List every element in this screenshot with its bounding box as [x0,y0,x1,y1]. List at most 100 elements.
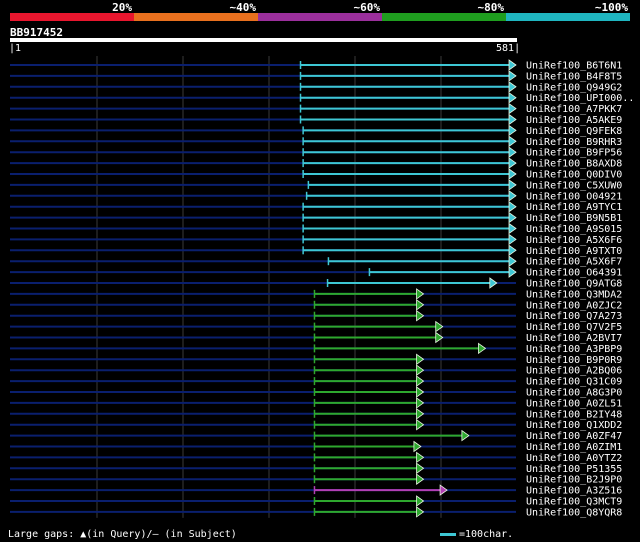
hit-label[interactable]: UniRef100_A5AKE9 [526,115,622,126]
hit-label[interactable]: UniRef100_Q0DIV0 [526,170,622,181]
hit-label[interactable]: UniRef100_A5X6F6 [526,235,622,246]
hit-row[interactable]: UniRef100_A7PKK7 [10,102,622,116]
hit-label[interactable]: UniRef100_O04921 [526,191,622,202]
hit-row[interactable]: UniRef100_C5XUW0 [10,179,622,192]
hit-label[interactable]: UniRef100_Q1XDD2 [526,420,622,431]
hit-label[interactable]: UniRef100_A9TXT0 [526,246,622,257]
hit-row[interactable]: UniRef100_Q7V2F5 [10,320,622,334]
hit-label[interactable]: UniRef100_C5XUW0 [526,180,622,191]
hit-arrow-icon [508,135,517,148]
hit-row[interactable]: UniRef100_B9FP56 [10,146,622,159]
hit-row[interactable]: UniRef100_A0ZIM1 [10,440,622,454]
hit-label[interactable]: UniRef100_B4F8T5 [526,71,622,82]
hit-row[interactable]: UniRef100_Q8YQR8 [10,506,622,519]
hit-label[interactable]: UniRef100_Q9FEK8 [526,126,622,137]
hit-row[interactable]: UniRef100_B2IY48 [10,408,622,421]
hit-row[interactable]: UniRef100_A2BQ06 [10,364,622,377]
hit-label[interactable]: UniRef100_A9S015 [526,224,622,235]
hit-label[interactable]: UniRef100_A0ZJC2 [526,300,622,311]
hit-label[interactable]: UniRef100_B9FP56 [526,148,622,159]
hit-label[interactable]: UniRef100_A7PKK7 [526,104,622,115]
hit-row[interactable]: UniRef100_A9S015 [10,222,622,236]
hit-label[interactable]: UniRef100_A5X6F7 [526,257,622,268]
hit-label[interactable]: UniRef100_UPI000.. [526,93,634,104]
hit-row[interactable]: UniRef100_Q0DIV0 [10,168,622,181]
hit-arrow-icon [489,277,498,289]
hit-arrow-icon [461,429,470,442]
hit-label[interactable]: UniRef100_B9P0R9 [526,355,622,366]
hit-row[interactable]: UniRef100_A5X6F7 [10,255,622,268]
hit-row[interactable]: UniRef100_B6T6N1 [10,59,622,72]
hit-row[interactable]: UniRef100_Q9FEK8 [10,124,622,137]
hit-label[interactable]: UniRef100_Q7A273 [526,311,622,322]
hit-label[interactable]: UniRef100_Q3MDA2 [526,289,622,300]
hit-label[interactable]: UniRef100_P51355 [526,464,622,475]
hit-label[interactable]: UniRef100_A8G3P0 [526,388,622,399]
hit-row[interactable]: UniRef100_A3Z516 [10,484,622,497]
hit-row[interactable]: UniRef100_A0ZJC2 [10,299,622,312]
hit-label[interactable]: UniRef100_A0ZF47 [526,431,622,442]
hit-arrow-icon [416,375,425,387]
hit-row[interactable]: UniRef100_A5AKE9 [10,113,622,127]
hit-label[interactable]: UniRef100_B2IY48 [526,409,622,420]
hit-row[interactable]: UniRef100_Q31C09 [10,375,622,388]
hit-label[interactable]: UniRef100_B8AXD8 [526,159,622,170]
hit-arrow-icon [435,320,444,333]
hit-row[interactable]: UniRef100_A0YTZ2 [10,451,622,464]
hit-row[interactable]: UniRef100_A3PBP9 [10,342,622,355]
hit-row[interactable]: UniRef100_B2J9P0 [10,473,622,486]
hit-row[interactable]: UniRef100_A0ZL51 [10,397,622,410]
hit-row[interactable]: UniRef100_Q9ATG8 [10,277,622,290]
hit-label[interactable]: UniRef100_Q7V2F5 [526,322,622,333]
hit-row[interactable]: UniRef100_O64391 [10,266,622,279]
hit-row[interactable]: UniRef100_Q3MDA2 [10,288,622,301]
hit-label[interactable]: UniRef100_Q9ATG8 [526,279,622,290]
hit-label[interactable]: UniRef100_O64391 [526,268,622,279]
scale-key-text: =100char. [459,529,514,540]
hit-row[interactable]: UniRef100_B4F8T5 [10,70,622,83]
hit-arrow-icon [416,451,425,464]
hit-arrow-icon [508,102,517,115]
hit-label[interactable]: UniRef100_Q949G2 [526,82,622,93]
hit-row[interactable]: UniRef100_B9P0R9 [10,353,622,366]
hit-label[interactable]: UniRef100_B9RHR3 [526,137,622,148]
hit-label[interactable]: UniRef100_A9TYC1 [526,202,622,213]
hit-row[interactable]: UniRef100_A2BVI7 [10,331,622,345]
hit-arrow-icon [508,244,517,257]
hit-arrow-icon [508,70,517,82]
hit-label[interactable]: UniRef100_B9N5B1 [526,213,622,224]
hit-row[interactable]: UniRef100_B8AXD8 [10,157,622,170]
hit-row[interactable]: UniRef100_A9TYC1 [10,200,622,214]
hit-arrow-icon [508,113,517,126]
hit-row[interactable]: UniRef100_A8G3P0 [10,386,622,399]
hit-arrow-icon [413,440,422,453]
hit-label[interactable]: UniRef100_Q31C09 [526,377,622,388]
hit-label[interactable]: UniRef100_A2BQ06 [526,366,622,377]
hit-row[interactable]: UniRef100_B9N5B1 [10,211,622,225]
hit-row[interactable]: UniRef100_A9TXT0 [10,244,622,257]
hit-row[interactable]: UniRef100_Q949G2 [10,81,622,94]
hit-label[interactable]: UniRef100_A0ZL51 [526,398,622,409]
hit-row[interactable]: UniRef100_Q1XDD2 [10,418,622,432]
hit-row[interactable]: UniRef100_Q3MCT9 [10,495,622,508]
hit-arrow-icon [508,179,517,191]
hit-label[interactable]: UniRef100_Q8YQR8 [526,507,622,518]
hit-label[interactable]: UniRef100_Q3MCT9 [526,497,622,508]
hit-row[interactable]: UniRef100_UPI000.. [10,91,634,105]
hit-label[interactable]: UniRef100_A3PBP9 [526,344,622,355]
hit-row[interactable]: UniRef100_B9RHR3 [10,135,622,148]
hit-row[interactable]: UniRef100_Q7A273 [10,309,622,323]
hit-arrow-icon [508,200,517,213]
hit-row[interactable]: UniRef100_O04921 [10,190,622,203]
hit-label[interactable]: UniRef100_A3Z516 [526,486,622,497]
hit-row[interactable]: UniRef100_A5X6F6 [10,233,622,246]
hit-label[interactable]: UniRef100_A0YTZ2 [526,453,622,464]
hit-label[interactable]: UniRef100_B6T6N1 [526,61,622,72]
hit-row[interactable]: UniRef100_A0ZF47 [10,429,622,443]
hit-arrow-icon [508,168,517,180]
hit-label[interactable]: UniRef100_A2BVI7 [526,333,622,344]
hit-arrow-icon [508,157,517,169]
hit-label[interactable]: UniRef100_A0ZIM1 [526,442,622,453]
hit-label[interactable]: UniRef100_B2J9P0 [526,475,622,486]
hit-row[interactable]: UniRef100_P51355 [10,462,622,475]
